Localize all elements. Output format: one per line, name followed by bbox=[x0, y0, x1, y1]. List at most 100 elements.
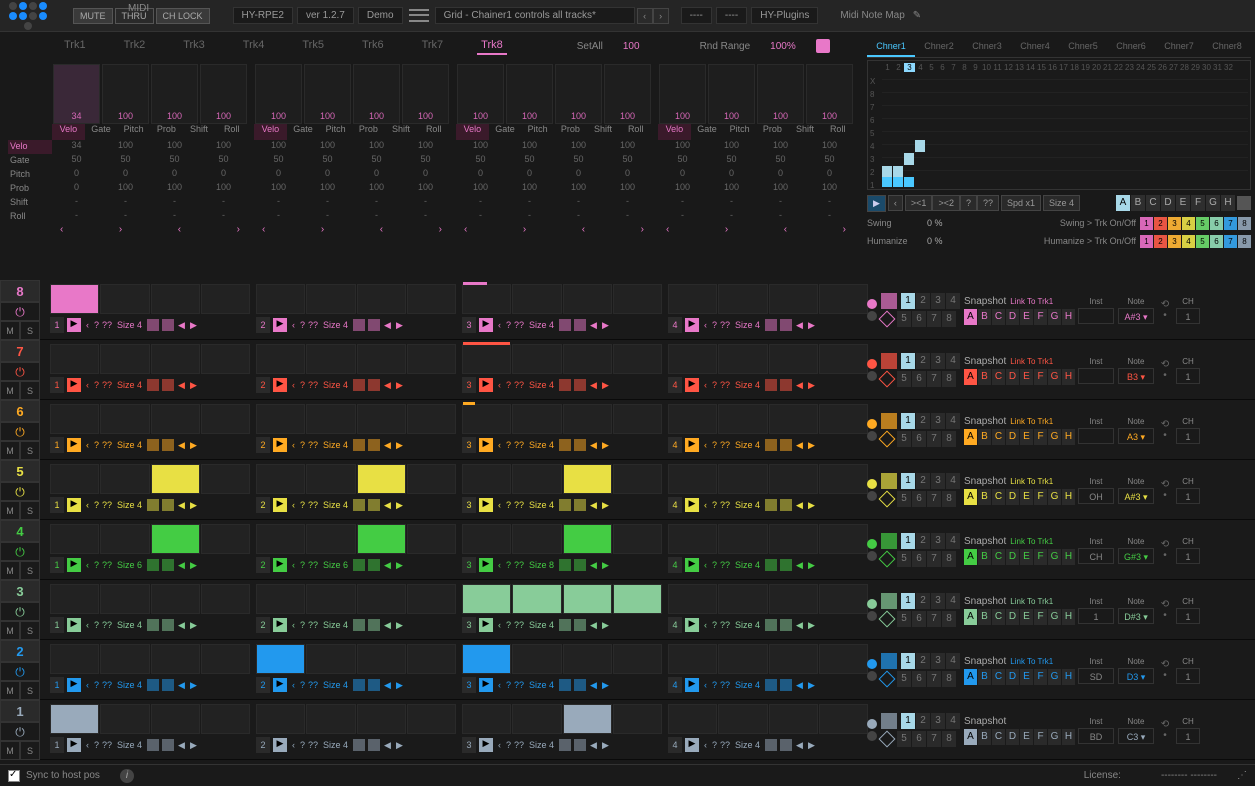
snapshot-num-3[interactable]: 3 bbox=[931, 533, 945, 549]
lane-arrow-left[interactable]: ◀ bbox=[589, 320, 598, 331]
grid-step-num[interactable]: 29 bbox=[1190, 63, 1201, 72]
dice-icon[interactable] bbox=[765, 559, 777, 571]
lane-cell[interactable] bbox=[201, 524, 250, 554]
lane-q1[interactable]: ? bbox=[94, 620, 99, 630]
lane-cell[interactable] bbox=[512, 284, 561, 314]
dice-icon[interactable] bbox=[765, 439, 777, 451]
lane-q2[interactable]: ?? bbox=[720, 380, 730, 390]
lane-size[interactable]: Size 4 bbox=[733, 440, 762, 450]
track-tab-5[interactable]: Trk5 bbox=[298, 37, 328, 55]
ctrl-op-button[interactable]: ><1 bbox=[905, 195, 933, 211]
lane-arrow-right[interactable]: ▶ bbox=[395, 620, 404, 631]
seq-value[interactable]: - bbox=[254, 210, 303, 224]
swing-value[interactable]: 0 % bbox=[927, 218, 967, 228]
lane-play-button[interactable]: ▶ bbox=[273, 498, 287, 512]
lane-q2[interactable]: ?? bbox=[720, 500, 730, 510]
grid-step-num[interactable]: 9 bbox=[970, 63, 981, 72]
letter-button-F[interactable]: F bbox=[1191, 195, 1205, 211]
lane-q1[interactable]: ? bbox=[300, 620, 305, 630]
snapshot-letter-C[interactable]: C bbox=[992, 669, 1005, 685]
lane-prev[interactable]: ‹ bbox=[290, 620, 297, 630]
lane-arrow-left[interactable]: ◀ bbox=[383, 740, 392, 751]
link-to-trk[interactable]: Link To Trk1 bbox=[1010, 357, 1053, 366]
grid-step-num[interactable]: 10 bbox=[981, 63, 992, 72]
lane-play-button[interactable]: ▶ bbox=[273, 738, 287, 752]
seq-param-prob[interactable]: Prob bbox=[352, 124, 385, 140]
dice-icon[interactable] bbox=[162, 559, 174, 571]
grid-step-num[interactable]: 16 bbox=[1047, 63, 1058, 72]
lane-arrow-right[interactable]: ▶ bbox=[395, 320, 404, 331]
snapshot-letter-A[interactable]: A bbox=[964, 489, 977, 505]
trk-onoff-1[interactable]: 1 bbox=[1140, 217, 1153, 230]
seq-cell[interactable]: 100 bbox=[604, 64, 651, 124]
seq-nav-prev[interactable]: ‹ bbox=[582, 224, 585, 238]
seq-value[interactable]: 100 bbox=[554, 140, 603, 154]
snapshot-num-2[interactable]: 2 bbox=[916, 413, 930, 429]
lane-cell[interactable] bbox=[718, 704, 767, 734]
chainer-tab-2[interactable]: Chner2 bbox=[915, 38, 963, 57]
lane-q1[interactable]: ? bbox=[300, 680, 305, 690]
lane-prev[interactable]: ‹ bbox=[290, 680, 297, 690]
lane-size[interactable]: Size 4 bbox=[115, 740, 144, 750]
snapshot-num-6[interactable]: 6 bbox=[912, 491, 926, 507]
snapshot-letter-A[interactable]: A bbox=[964, 609, 977, 625]
lane-size[interactable]: Size 4 bbox=[733, 740, 762, 750]
lane-play-button[interactable]: ▶ bbox=[685, 618, 699, 632]
lane-cell[interactable] bbox=[718, 464, 767, 494]
lane-arrow-left[interactable]: ◀ bbox=[177, 500, 186, 511]
mute-button[interactable]: M bbox=[0, 681, 20, 700]
lane-prev[interactable]: ‹ bbox=[702, 620, 709, 630]
seq-param-shift[interactable]: Shift bbox=[183, 124, 216, 140]
lane-arrow-right[interactable]: ▶ bbox=[395, 740, 404, 751]
snapshot-num-2[interactable]: 2 bbox=[916, 653, 930, 669]
lane-size[interactable]: Size 4 bbox=[115, 440, 144, 450]
lane-arrow-right[interactable]: ▶ bbox=[601, 680, 610, 691]
lane-size[interactable]: Size 4 bbox=[733, 380, 762, 390]
snapshot-num-5[interactable]: 5 bbox=[897, 311, 911, 327]
lane-cell[interactable] bbox=[819, 584, 868, 614]
snapshot-num-4[interactable]: 4 bbox=[946, 713, 960, 729]
solo-button[interactable]: S bbox=[20, 741, 40, 760]
seq-value[interactable]: 0 bbox=[150, 168, 199, 182]
lane-cell[interactable] bbox=[563, 464, 612, 494]
lane-cell[interactable] bbox=[306, 704, 355, 734]
seq-cell[interactable]: 34 bbox=[53, 64, 100, 124]
lane-q1[interactable]: ? bbox=[712, 620, 717, 630]
seq-param-velo[interactable]: Velo bbox=[456, 124, 489, 140]
lane-cell[interactable] bbox=[306, 584, 355, 614]
lane-cell[interactable] bbox=[256, 704, 305, 734]
lane-arrow-right[interactable]: ▶ bbox=[601, 740, 610, 751]
trk-onoff-3[interactable]: 3 bbox=[1168, 217, 1181, 230]
seq-param-pitch[interactable]: Pitch bbox=[319, 124, 352, 140]
lane-cell[interactable] bbox=[769, 584, 818, 614]
lane-q1[interactable]: ? bbox=[94, 500, 99, 510]
ch-value[interactable]: 1 bbox=[1176, 368, 1200, 384]
trk-onoff-1[interactable]: 1 bbox=[1140, 235, 1153, 248]
power-button[interactable]: ⏻ bbox=[0, 662, 40, 681]
track-tab-7[interactable]: Trk7 bbox=[418, 37, 448, 55]
dice-icon[interactable] bbox=[881, 653, 897, 669]
lane-q1[interactable]: ? bbox=[712, 500, 717, 510]
lane-q1[interactable]: ? bbox=[712, 440, 717, 450]
lane-prev[interactable]: ‹ bbox=[84, 380, 91, 390]
lane-arrow-left[interactable]: ◀ bbox=[177, 680, 186, 691]
snapshot-letter-G[interactable]: G bbox=[1048, 669, 1061, 685]
grid-step-num[interactable]: 22 bbox=[1113, 63, 1124, 72]
link-to-trk[interactable]: Link To Trk1 bbox=[1010, 537, 1053, 546]
snapshot-letter-G[interactable]: G bbox=[1048, 429, 1061, 445]
lane-size[interactable]: Size 4 bbox=[321, 740, 350, 750]
grid-step-num[interactable]: 13 bbox=[1014, 63, 1025, 72]
seq-param-prob[interactable]: Prob bbox=[554, 124, 587, 140]
lane-prev[interactable]: ‹ bbox=[702, 320, 709, 330]
lane-cell[interactable] bbox=[819, 524, 868, 554]
snapshot-num-7[interactable]: 7 bbox=[927, 371, 941, 387]
lane-cell[interactable] bbox=[563, 284, 612, 314]
lane-arrow-right[interactable]: ▶ bbox=[395, 560, 404, 571]
lane-cell[interactable] bbox=[407, 404, 456, 434]
snapshot-num-5[interactable]: 5 bbox=[897, 431, 911, 447]
ch-value[interactable]: 1 bbox=[1176, 488, 1200, 504]
seq-nav-prev[interactable]: ‹ bbox=[666, 224, 669, 238]
lane-arrow-right[interactable]: ▶ bbox=[189, 740, 198, 751]
dice-icon[interactable] bbox=[780, 499, 792, 511]
lane-cell[interactable] bbox=[718, 584, 767, 614]
